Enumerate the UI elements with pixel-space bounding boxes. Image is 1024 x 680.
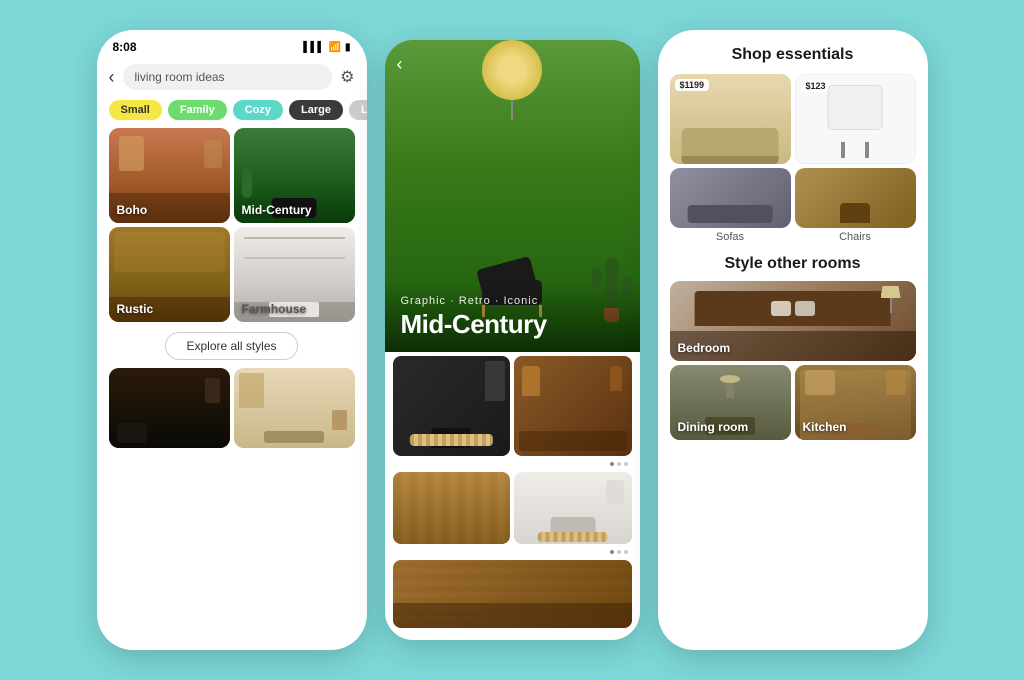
dot-b2 (617, 550, 621, 554)
dots-indicator-top (385, 460, 640, 468)
style-card-midcentury[interactable]: Mid-Century (234, 128, 355, 223)
search-text: living room ideas (135, 70, 225, 84)
dot-3 (624, 462, 628, 466)
signal-icon: ▌▌▌ (303, 42, 324, 53)
mid-bottom-strip (385, 556, 640, 632)
mid-inner: ‹ Graphic · Retro · Iconic Mid-Century (385, 40, 640, 640)
dot-b1 (610, 550, 614, 554)
style-card-farmhouse[interactable]: Farmhouse (234, 227, 355, 322)
right-inner: Shop essentials $1199 Sofas $123 (658, 30, 928, 650)
dot-1 (610, 462, 614, 466)
chair-label: Chairs (795, 231, 916, 243)
status-icons: ▌▌▌ 📶 ▮ (303, 42, 350, 53)
bottom-photo-light[interactable] (234, 368, 355, 448)
style-rooms-title: Style other rooms (670, 255, 916, 273)
battery-icon: ▮ (345, 42, 351, 53)
back-button[interactable]: ‹ (109, 67, 115, 88)
filter-chips: Small Family Cozy Large Lay... (97, 96, 367, 128)
style-label-midcentury: Mid-Century (242, 203, 312, 217)
chip-lay[interactable]: Lay... (349, 100, 367, 120)
mid-card-4[interactable] (514, 472, 632, 544)
sofa-card-main[interactable]: $1199 (670, 74, 791, 164)
dots-indicator-bottom (385, 548, 640, 556)
style-card-rustic[interactable]: Rustic (109, 227, 230, 322)
rooms-grid: Bedroom Dining room Kitchen (670, 281, 916, 440)
explore-wrap: Explore all styles (97, 322, 367, 368)
status-bar: 8:08 ▌▌▌ 📶 ▮ (97, 30, 367, 58)
dot-2 (617, 462, 621, 466)
room-card-kitchen[interactable]: Kitchen (795, 365, 916, 440)
right-phone: Shop essentials $1199 Sofas $123 (658, 30, 928, 650)
mid-grid-top (385, 352, 640, 460)
mid-card-1[interactable] (393, 356, 511, 456)
mid-grid-bottom (385, 468, 640, 548)
shop-essentials-title: Shop essentials (670, 46, 916, 64)
status-time: 8:08 (113, 40, 137, 54)
chip-large[interactable]: Large (289, 100, 343, 120)
sofa-card-small[interactable] (670, 168, 791, 228)
room-card-bedroom[interactable]: Bedroom (670, 281, 916, 361)
explore-button[interactable]: Explore all styles (165, 332, 297, 360)
essentials-grid: $1199 Sofas $123 (670, 74, 916, 249)
style-label-boho: Boho (117, 203, 148, 217)
wifi-icon: 📶 (329, 42, 341, 53)
sofa-column: $1199 Sofas (670, 74, 791, 249)
mid-hero-subtitle: Graphic · Retro · Iconic (401, 295, 624, 307)
mid-hero: ‹ Graphic · Retro · Iconic Mid-Century (385, 40, 640, 352)
style-grid: Boho Mid-Century Rustic Farmh (97, 128, 367, 322)
chair-card-small[interactable] (795, 168, 916, 228)
mid-hero-title: Mid-Century (401, 309, 624, 340)
dot-b3 (624, 550, 628, 554)
filter-icon[interactable]: ⚙ (340, 67, 354, 87)
chair-price: $123 (801, 80, 831, 92)
kitchen-label: Kitchen (803, 420, 847, 434)
chair-card-main[interactable]: $123 (795, 74, 916, 164)
room-card-dining[interactable]: Dining room (670, 365, 791, 440)
style-label-rustic: Rustic (117, 302, 154, 316)
mid-card-2[interactable] (514, 356, 632, 456)
chip-small[interactable]: Small (109, 100, 162, 120)
search-input[interactable]: living room ideas (123, 64, 333, 90)
bottom-photos (97, 368, 367, 448)
style-label-farmhouse: Farmhouse (242, 302, 307, 316)
left-phone: 8:08 ▌▌▌ 📶 ▮ ‹ living room ideas ⚙ Small… (97, 30, 367, 650)
chair-column: $123 Chairs (795, 74, 916, 249)
bottom-photo-dark[interactable] (109, 368, 230, 448)
search-bar: ‹ living room ideas ⚙ (97, 58, 367, 96)
mid-card-3[interactable] (393, 472, 511, 544)
chip-family[interactable]: Family (168, 100, 227, 120)
style-card-boho[interactable]: Boho (109, 128, 230, 223)
sofa-label: Sofas (670, 231, 791, 243)
bedroom-label: Bedroom (678, 341, 731, 355)
sofa-price: $1199 (675, 79, 710, 91)
chip-cozy[interactable]: Cozy (233, 100, 283, 120)
dining-label: Dining room (678, 420, 749, 434)
mid-back-button[interactable]: ‹ (397, 54, 403, 75)
mid-hero-overlay: Graphic · Retro · Iconic Mid-Century (385, 283, 640, 352)
middle-phone: ‹ Graphic · Retro · Iconic Mid-Century (385, 40, 640, 640)
